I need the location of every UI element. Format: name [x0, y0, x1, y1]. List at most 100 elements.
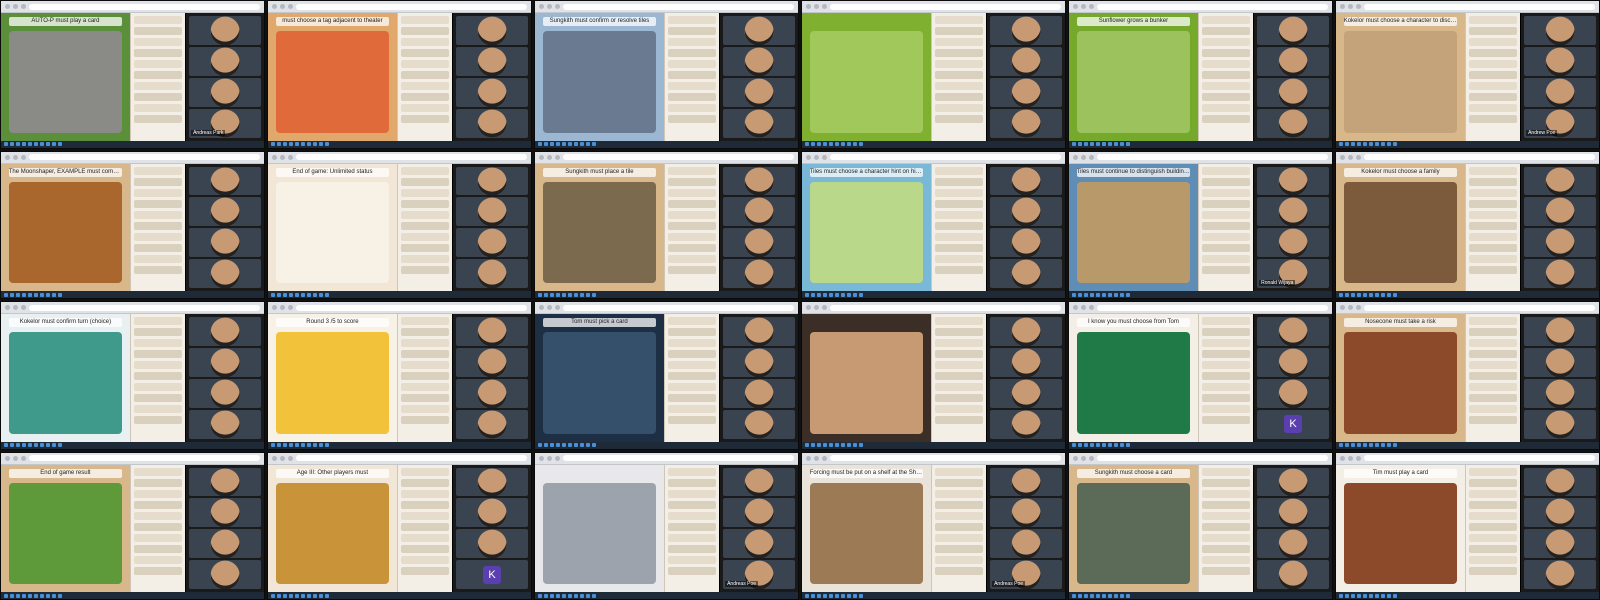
- taskbar-app-icon[interactable]: [1102, 142, 1106, 146]
- address-bar[interactable]: [29, 304, 260, 311]
- taskbar-app-icon[interactable]: [574, 443, 578, 447]
- participant-video[interactable]: [1524, 347, 1596, 377]
- taskbar-app-icon[interactable]: [1072, 593, 1076, 598]
- taskbar-app-icon[interactable]: [817, 443, 821, 447]
- window-control-icon[interactable]: [288, 455, 293, 461]
- board-art[interactable]: [542, 181, 657, 283]
- participant-video[interactable]: [189, 259, 261, 288]
- taskbar-app-icon[interactable]: [1381, 292, 1385, 297]
- taskbar-app-icon[interactable]: [22, 292, 26, 297]
- window-control-icon[interactable]: [539, 455, 544, 461]
- participant-video[interactable]: [723, 347, 795, 377]
- taskbar-app-icon[interactable]: [1084, 142, 1088, 146]
- taskbar-app-icon[interactable]: [40, 593, 44, 598]
- taskbar-app-icon[interactable]: [34, 142, 38, 146]
- address-bar[interactable]: [1364, 3, 1595, 10]
- game-board[interactable]: Nosecone must take a risk: [1336, 314, 1465, 442]
- address-bar[interactable]: [830, 455, 1061, 461]
- taskbar-app-icon[interactable]: [823, 593, 827, 598]
- taskbar-app-icon[interactable]: [592, 292, 596, 297]
- taskbar-app-icon[interactable]: [277, 292, 281, 297]
- window-control-icon[interactable]: [1073, 154, 1078, 160]
- window-control-icon[interactable]: [539, 4, 544, 9]
- participant-video[interactable]: [1257, 197, 1329, 227]
- taskbar-app-icon[interactable]: [1096, 443, 1100, 447]
- address-bar[interactable]: [296, 304, 527, 311]
- taskbar-app-icon[interactable]: [289, 443, 293, 447]
- taskbar-app-icon[interactable]: [1339, 443, 1343, 447]
- window-control-icon[interactable]: [539, 154, 544, 160]
- taskbar-app-icon[interactable]: [817, 292, 821, 297]
- board-art[interactable]: [8, 332, 123, 434]
- taskbar-app-icon[interactable]: [1126, 292, 1130, 297]
- game-board[interactable]: Forcing must be put on a shelf at the Sh…: [802, 464, 931, 592]
- taskbar-app-icon[interactable]: [1369, 593, 1373, 598]
- participant-video[interactable]: [1257, 46, 1329, 76]
- participant-video[interactable]: [456, 46, 528, 76]
- participant-video[interactable]: [1257, 108, 1329, 138]
- taskbar-app-icon[interactable]: [556, 443, 560, 447]
- taskbar-app-icon[interactable]: [805, 142, 809, 146]
- participant-video[interactable]: [189, 409, 261, 439]
- participant-video[interactable]: [990, 378, 1062, 408]
- participant-video[interactable]: [189, 77, 261, 107]
- participant-video[interactable]: Andreas Park: [189, 108, 261, 138]
- window-control-icon[interactable]: [822, 305, 827, 310]
- taskbar-app-icon[interactable]: [301, 593, 305, 598]
- taskbar-app-icon[interactable]: [1357, 292, 1361, 297]
- participant-video[interactable]: Ronald Wijaya: [1257, 259, 1329, 288]
- taskbar-app-icon[interactable]: [271, 292, 275, 297]
- window-control-icon[interactable]: [1081, 4, 1086, 9]
- taskbar-app-icon[interactable]: [562, 593, 566, 598]
- taskbar-app-icon[interactable]: [58, 443, 62, 447]
- taskbar-app-icon[interactable]: [10, 443, 14, 447]
- address-bar[interactable]: [830, 3, 1061, 10]
- participant-video[interactable]: [723, 197, 795, 227]
- participant-video[interactable]: [723, 317, 795, 346]
- participant-video[interactable]: [189, 347, 261, 377]
- window-control-icon[interactable]: [1356, 455, 1361, 461]
- window-control-icon[interactable]: [1356, 305, 1361, 310]
- participant-video[interactable]: [990, 197, 1062, 227]
- taskbar-app-icon[interactable]: [1102, 593, 1106, 598]
- participant-video[interactable]: [1257, 77, 1329, 107]
- participant-video[interactable]: [1524, 409, 1596, 439]
- participant-video[interactable]: [1257, 378, 1329, 408]
- participant-video[interactable]: [456, 197, 528, 227]
- taskbar-app-icon[interactable]: [10, 593, 14, 598]
- board-art[interactable]: [1076, 482, 1191, 584]
- window-control-icon[interactable]: [539, 305, 544, 310]
- participant-video[interactable]: [456, 378, 528, 408]
- taskbar-app-icon[interactable]: [10, 142, 14, 146]
- taskbar-app-icon[interactable]: [811, 443, 815, 447]
- game-board[interactable]: Sungkith must confirm or resolve tiles: [535, 13, 664, 141]
- participant-video[interactable]: [723, 228, 795, 258]
- taskbar-app-icon[interactable]: [283, 292, 287, 297]
- window-control-icon[interactable]: [1356, 154, 1361, 160]
- taskbar-app-icon[interactable]: [817, 593, 821, 598]
- board-art[interactable]: [1076, 181, 1191, 283]
- game-board[interactable]: [802, 13, 931, 141]
- taskbar-app-icon[interactable]: [1108, 593, 1112, 598]
- window-control-icon[interactable]: [288, 4, 293, 9]
- taskbar-app-icon[interactable]: [1381, 443, 1385, 447]
- participant-video[interactable]: [1257, 498, 1329, 528]
- window-control-icon[interactable]: [1340, 4, 1345, 9]
- participant-video[interactable]: Andreas Poe: [990, 560, 1062, 589]
- taskbar-app-icon[interactable]: [295, 593, 299, 598]
- taskbar-app-icon[interactable]: [1126, 142, 1130, 146]
- window-control-icon[interactable]: [1348, 154, 1353, 160]
- taskbar-app-icon[interactable]: [1114, 443, 1118, 447]
- game-board[interactable]: Sungkith must choose a card: [1069, 464, 1198, 592]
- taskbar-app-icon[interactable]: [277, 142, 281, 146]
- taskbar-app-icon[interactable]: [550, 593, 554, 598]
- participant-video[interactable]: [1524, 378, 1596, 408]
- window-control-icon[interactable]: [814, 154, 819, 160]
- participant-video[interactable]: [189, 498, 261, 528]
- taskbar-app-icon[interactable]: [544, 593, 548, 598]
- taskbar-app-icon[interactable]: [568, 142, 572, 146]
- taskbar-app-icon[interactable]: [1126, 443, 1130, 447]
- taskbar-app-icon[interactable]: [271, 142, 275, 146]
- window-control-icon[interactable]: [1081, 305, 1086, 310]
- board-art[interactable]: [1076, 31, 1191, 133]
